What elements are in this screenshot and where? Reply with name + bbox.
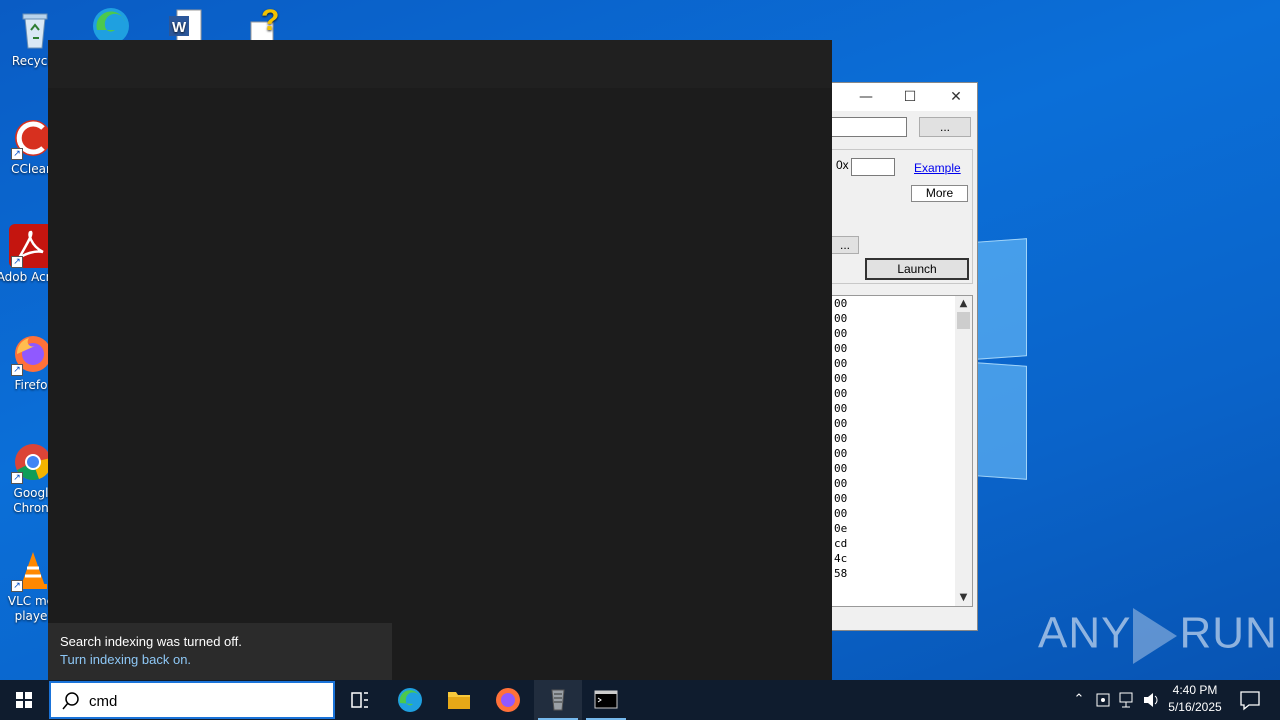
- folder-icon: [448, 692, 470, 709]
- desktop-icon-label: CClear: [11, 162, 51, 176]
- hex-row: 00: [834, 402, 848, 415]
- svg-text:W: W: [172, 19, 187, 36]
- search-input[interactable]: [89, 689, 319, 713]
- hex-dump-list[interactable]: 00 00 00 00 00 00 00 00 00 00 00 00 00 00 00 0e cd 4c 58 ▲…: [831, 295, 973, 607]
- hex-row: 00: [834, 417, 848, 430]
- shortcut-arrow-icon: ↗: [11, 580, 23, 592]
- hex-row: 00: [834, 372, 848, 385]
- maximize-icon[interactable]: ☐: [895, 87, 925, 107]
- hex-row: 00: [834, 327, 848, 340]
- taskbar-cmd[interactable]: [582, 680, 630, 720]
- indexing-notice-title: Search indexing was turned off.: [60, 634, 242, 649]
- shortcut-arrow-icon: ↗: [11, 148, 23, 160]
- hex-row: 00: [834, 342, 848, 355]
- firefox-icon: [496, 688, 520, 712]
- shortcut-arrow-icon: ↗: [11, 256, 23, 268]
- desktop-icon-label: Firefo: [14, 378, 48, 392]
- taskbar-firefox[interactable]: [484, 680, 532, 720]
- shortcut-arrow-icon: ↗: [11, 364, 23, 376]
- task-view-button[interactable]: [336, 680, 384, 720]
- browse2-button[interactable]: ...: [831, 236, 859, 254]
- hex-row: 00: [834, 387, 848, 400]
- turn-indexing-on-link[interactable]: Turn indexing back on.: [60, 650, 380, 670]
- search-results-pane: Search indexing was turned off. Turn ind…: [48, 88, 392, 680]
- hex-row: 00: [834, 447, 848, 460]
- anyrun-watermark: ANY RUN: [1038, 608, 1278, 664]
- windows-start-icon: [16, 692, 32, 708]
- ccleaner-icon: ↗: [9, 116, 53, 160]
- vertical-scrollbar[interactable]: ▲ ▼: [955, 296, 972, 606]
- watermark-text-right: RUN: [1179, 608, 1278, 658]
- search-icon: [61, 691, 81, 711]
- hex-value-input[interactable]: [851, 158, 895, 176]
- network-icon[interactable]: [1116, 680, 1138, 720]
- hex-row: 00: [834, 492, 848, 505]
- taskbar: ⌃ 4:40 PM 5/16/2025: [0, 680, 1280, 720]
- app-tool-icon: [551, 689, 565, 711]
- close-icon[interactable]: ✕: [941, 87, 971, 107]
- clock-date: 5/16/2025: [1168, 700, 1222, 714]
- edge-icon: [398, 688, 422, 712]
- hex-row: 00: [834, 357, 848, 370]
- hex-row: 0e: [834, 522, 848, 535]
- hex-row: 00: [834, 477, 848, 490]
- scroll-up-icon[interactable]: ▲: [955, 296, 972, 312]
- windows-logo-wallpaper: [975, 238, 1035, 480]
- adobe-acrobat-icon: ↗: [9, 224, 53, 268]
- background-app-window[interactable]: — ☐ ✕ ... 0x Example More ... Launch 00 0…: [820, 82, 978, 631]
- taskbar-edge[interactable]: [386, 680, 434, 720]
- browse-button[interactable]: ...: [919, 117, 971, 137]
- path-input[interactable]: [831, 117, 907, 137]
- taskbar-search-box[interactable]: [49, 681, 335, 719]
- task-view-icon: [351, 692, 368, 708]
- show-hidden-icons-chevron-icon[interactable]: ⌃: [1068, 680, 1090, 720]
- hex-row: cd: [834, 537, 848, 550]
- vlc-icon: ↗: [9, 548, 53, 592]
- notification-icon: [1240, 691, 1260, 711]
- launch-button[interactable]: Launch: [865, 258, 969, 280]
- scroll-down-icon[interactable]: ▼: [955, 590, 972, 606]
- hex-row: 00: [834, 462, 848, 475]
- hex-prefix-label: 0x: [836, 158, 849, 172]
- hex-row: 4c: [834, 552, 848, 565]
- watermark-text-left: ANY: [1038, 608, 1132, 658]
- minimize-icon[interactable]: —: [851, 87, 881, 107]
- network-device-icon[interactable]: [1092, 680, 1114, 720]
- search-flyout[interactable]: Search indexing was turned off. Turn ind…: [48, 40, 832, 680]
- hex-row: 00: [834, 297, 848, 310]
- play-icon: [1133, 608, 1178, 664]
- svg-text:?: ?: [261, 4, 279, 37]
- desktop-icon-label: Googl Chron: [13, 486, 49, 515]
- search-flyout-header: [48, 40, 832, 88]
- hex-row: 00: [834, 312, 848, 325]
- desktop: Recycle W ? ↗ CClear ↗ Adob Acrob ↗ Fire…: [0, 0, 1280, 680]
- hex-row: 00: [834, 507, 848, 520]
- taskbar-running-app[interactable]: [534, 680, 582, 720]
- taskbar-clock[interactable]: 4:40 PM 5/16/2025: [1160, 682, 1230, 716]
- example-link[interactable]: Example: [914, 161, 961, 175]
- hex-row: 00: [834, 432, 848, 445]
- indexing-notice: Search indexing was turned off. Turn ind…: [48, 623, 392, 680]
- app-titlebar[interactable]: — ☐ ✕: [821, 83, 977, 111]
- start-button[interactable]: [0, 680, 48, 720]
- chrome-icon: ↗: [9, 440, 53, 484]
- shortcut-arrow-icon: ↗: [11, 472, 23, 484]
- action-center-button[interactable]: [1232, 680, 1268, 720]
- hex-row: 58: [834, 567, 848, 580]
- more-button[interactable]: More: [911, 185, 968, 202]
- volume-icon[interactable]: [1140, 680, 1162, 720]
- clock-time: 4:40 PM: [1172, 683, 1218, 697]
- taskbar-file-explorer[interactable]: [435, 680, 483, 720]
- command-prompt-icon: [594, 690, 618, 709]
- scroll-thumb[interactable]: [957, 312, 970, 329]
- firefox-icon: ↗: [9, 332, 53, 376]
